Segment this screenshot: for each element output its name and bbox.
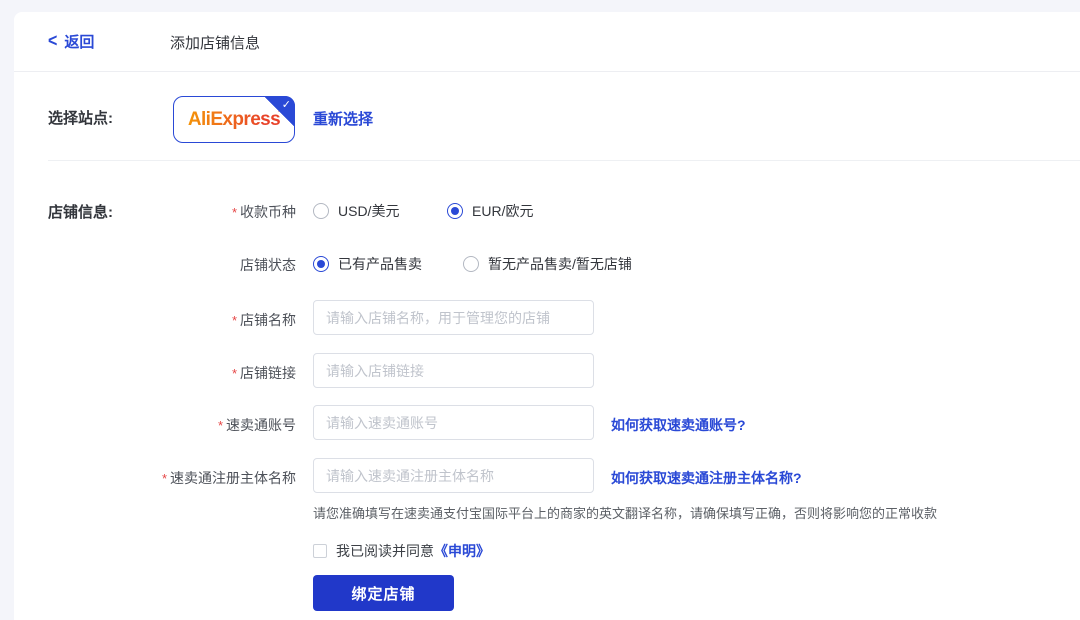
section-divider [48,160,1080,161]
account-input[interactable] [313,405,594,440]
back-label: 返回 [64,34,95,51]
radio-usd-label: USD/美元 [338,203,400,219]
radio-checked-icon [447,203,463,219]
radio-usd[interactable]: USD/美元 [313,201,399,221]
radio-eur-label: EUR/欧元 [472,203,534,219]
entity-name-input[interactable] [313,458,594,493]
store-link-label: * 店铺链接 [231,365,296,381]
radio-eur[interactable]: EUR/欧元 [447,201,533,221]
agreement-row: 我已阅读并同意《申明》 [313,541,490,561]
page-title: 添加店铺信息 [170,35,261,52]
store-name-label: * 店铺名称 [231,312,296,328]
selected-corner-badge: ✓ [264,96,295,127]
chevron-left-icon: < [48,31,58,51]
radio-no-products[interactable]: 暂无产品售卖/暂无店铺 [463,254,632,274]
required-mark: * [231,205,237,220]
account-help-link[interactable]: 如何获取速卖通账号? [611,415,746,435]
bind-store-button[interactable]: 绑定店铺 [313,575,454,611]
statement-link[interactable]: 《申明》 [434,543,490,559]
account-label: * 速卖通账号 [217,417,296,433]
radio-checked-icon [313,256,329,272]
reselect-site-link[interactable]: 重新选择 [313,108,373,129]
store-name-input[interactable] [313,300,594,335]
agreement-checkbox[interactable] [313,544,327,558]
site-card-aliexpress[interactable]: AliExpress ™ ✓ [173,96,295,143]
radio-has-products-label: 已有产品售卖 [338,256,422,272]
page: < 返回 添加店铺信息 选择站点: AliExpress ™ ✓ 重新选择 店铺… [0,0,1080,620]
entity-name-label: * 速卖通注册主体名称 [161,470,296,486]
back-button[interactable]: < 返回 [48,31,94,52]
store-link-input[interactable] [313,353,594,388]
radio-no-products-label: 暂无产品售卖/暂无店铺 [488,256,632,272]
agreement-text: 我已阅读并同意《申明》 [336,543,490,559]
entity-name-note: 请您准确填写在速卖通支付宝国际平台上的商家的英文翻译名称，请确保填写正确，否则将… [313,506,938,521]
site-select-label: 选择站点: [48,110,113,127]
radio-circle-icon [463,256,479,272]
entity-name-help-link[interactable]: 如何获取速卖通注册主体名称? [611,468,802,488]
status-label: 店铺状态 [240,257,296,273]
check-icon: ✓ [281,99,291,111]
panel-header: < 返回 [48,12,94,71]
add-store-panel: < 返回 添加店铺信息 选择站点: AliExpress ™ ✓ 重新选择 店铺… [14,12,1080,620]
header-divider [14,71,1080,72]
radio-has-products[interactable]: 已有产品售卖 [313,254,422,274]
currency-label: * 收款币种 [231,204,296,220]
radio-circle-icon [313,203,329,219]
